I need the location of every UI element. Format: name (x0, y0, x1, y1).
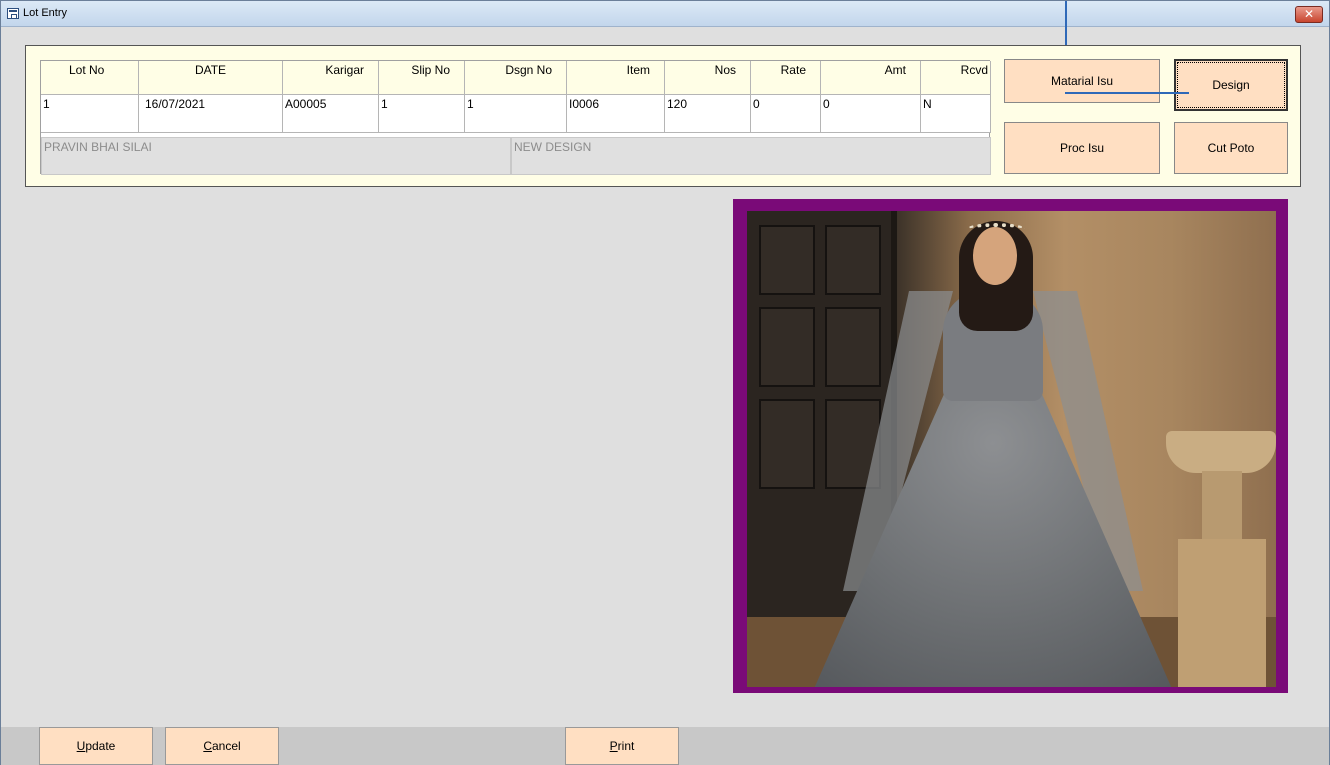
app-window-icon (7, 8, 19, 19)
update-button[interactable]: Update (39, 727, 153, 765)
cell-lot-no[interactable]: 1 (41, 95, 139, 133)
model-headpiece (967, 223, 1025, 235)
door-panel (759, 225, 815, 295)
header-slip-no[interactable]: Slip No (379, 61, 465, 95)
cell-slip-no[interactable]: 1 (379, 95, 465, 133)
karigar-name-field: PRAVIN BHAI SILAI (41, 137, 511, 175)
close-icon: ✕ (1303, 7, 1315, 21)
design-button[interactable]: Design (1174, 59, 1288, 111)
header-nos[interactable]: Nos (665, 61, 751, 95)
lot-details-panel: Lot No DATE Karigar Slip No Dsgn No Item… (25, 45, 1301, 187)
cell-amt[interactable]: 0 (821, 95, 921, 133)
cell-karigar[interactable]: A00005 (283, 95, 379, 133)
lot-entry-window: Lot Entry ✕ Lot No DATE Karigar Slip No … (0, 0, 1330, 765)
cell-dsgn-no[interactable]: 1 (465, 95, 567, 133)
print-button[interactable]: Print (565, 727, 679, 765)
title-bar[interactable]: Lot Entry ✕ (1, 1, 1329, 27)
window-title: Lot Entry (23, 7, 68, 19)
header-lot-no[interactable]: Lot No (41, 61, 139, 95)
cell-item[interactable]: I0006 (567, 95, 665, 133)
cancel-button[interactable]: Cancel (165, 727, 279, 765)
table-row[interactable]: 1 16/07/2021 A00005 1 1 I0006 120 0 0 N (41, 95, 991, 133)
header-karigar[interactable]: Karigar (283, 61, 379, 95)
close-button[interactable]: ✕ (1295, 6, 1323, 23)
design-photo-frame (733, 199, 1288, 693)
photo-urn (1166, 431, 1276, 687)
model-head (973, 227, 1017, 285)
urn-base (1178, 539, 1266, 687)
process-issue-button[interactable]: Proc Isu (1004, 122, 1160, 174)
header-date[interactable]: DATE (139, 61, 283, 95)
cut-photo-button[interactable]: Cut Poto (1174, 122, 1288, 174)
header-dsgn-no[interactable]: Dsgn No (465, 61, 567, 95)
header-rcvd[interactable]: Rcvd (921, 61, 991, 95)
design-photo[interactable] (747, 211, 1276, 687)
design-name-field: NEW DESIGN (511, 137, 991, 175)
urn-stem (1202, 471, 1242, 541)
cell-date[interactable]: 16/07/2021 (139, 95, 283, 133)
grid-header-row: Lot No DATE Karigar Slip No Dsgn No Item… (41, 61, 991, 95)
material-issue-button[interactable]: Matarial Isu (1004, 59, 1160, 103)
header-rate[interactable]: Rate (751, 61, 821, 95)
lot-grid[interactable]: Lot No DATE Karigar Slip No Dsgn No Item… (40, 60, 991, 175)
cell-nos[interactable]: 120 (665, 95, 751, 133)
door-panel (759, 399, 815, 489)
header-item[interactable]: Item (567, 61, 665, 95)
bottom-toolbar: Update Cancel Print (1, 727, 1329, 765)
door-panel (759, 307, 815, 387)
urn-top (1166, 431, 1276, 473)
header-amt[interactable]: Amt (821, 61, 921, 95)
cell-rcvd[interactable]: N (921, 95, 991, 133)
model-in-gown (813, 221, 1173, 687)
connector-line-horizontal (1065, 92, 1189, 94)
cell-rate[interactable]: 0 (751, 95, 821, 133)
